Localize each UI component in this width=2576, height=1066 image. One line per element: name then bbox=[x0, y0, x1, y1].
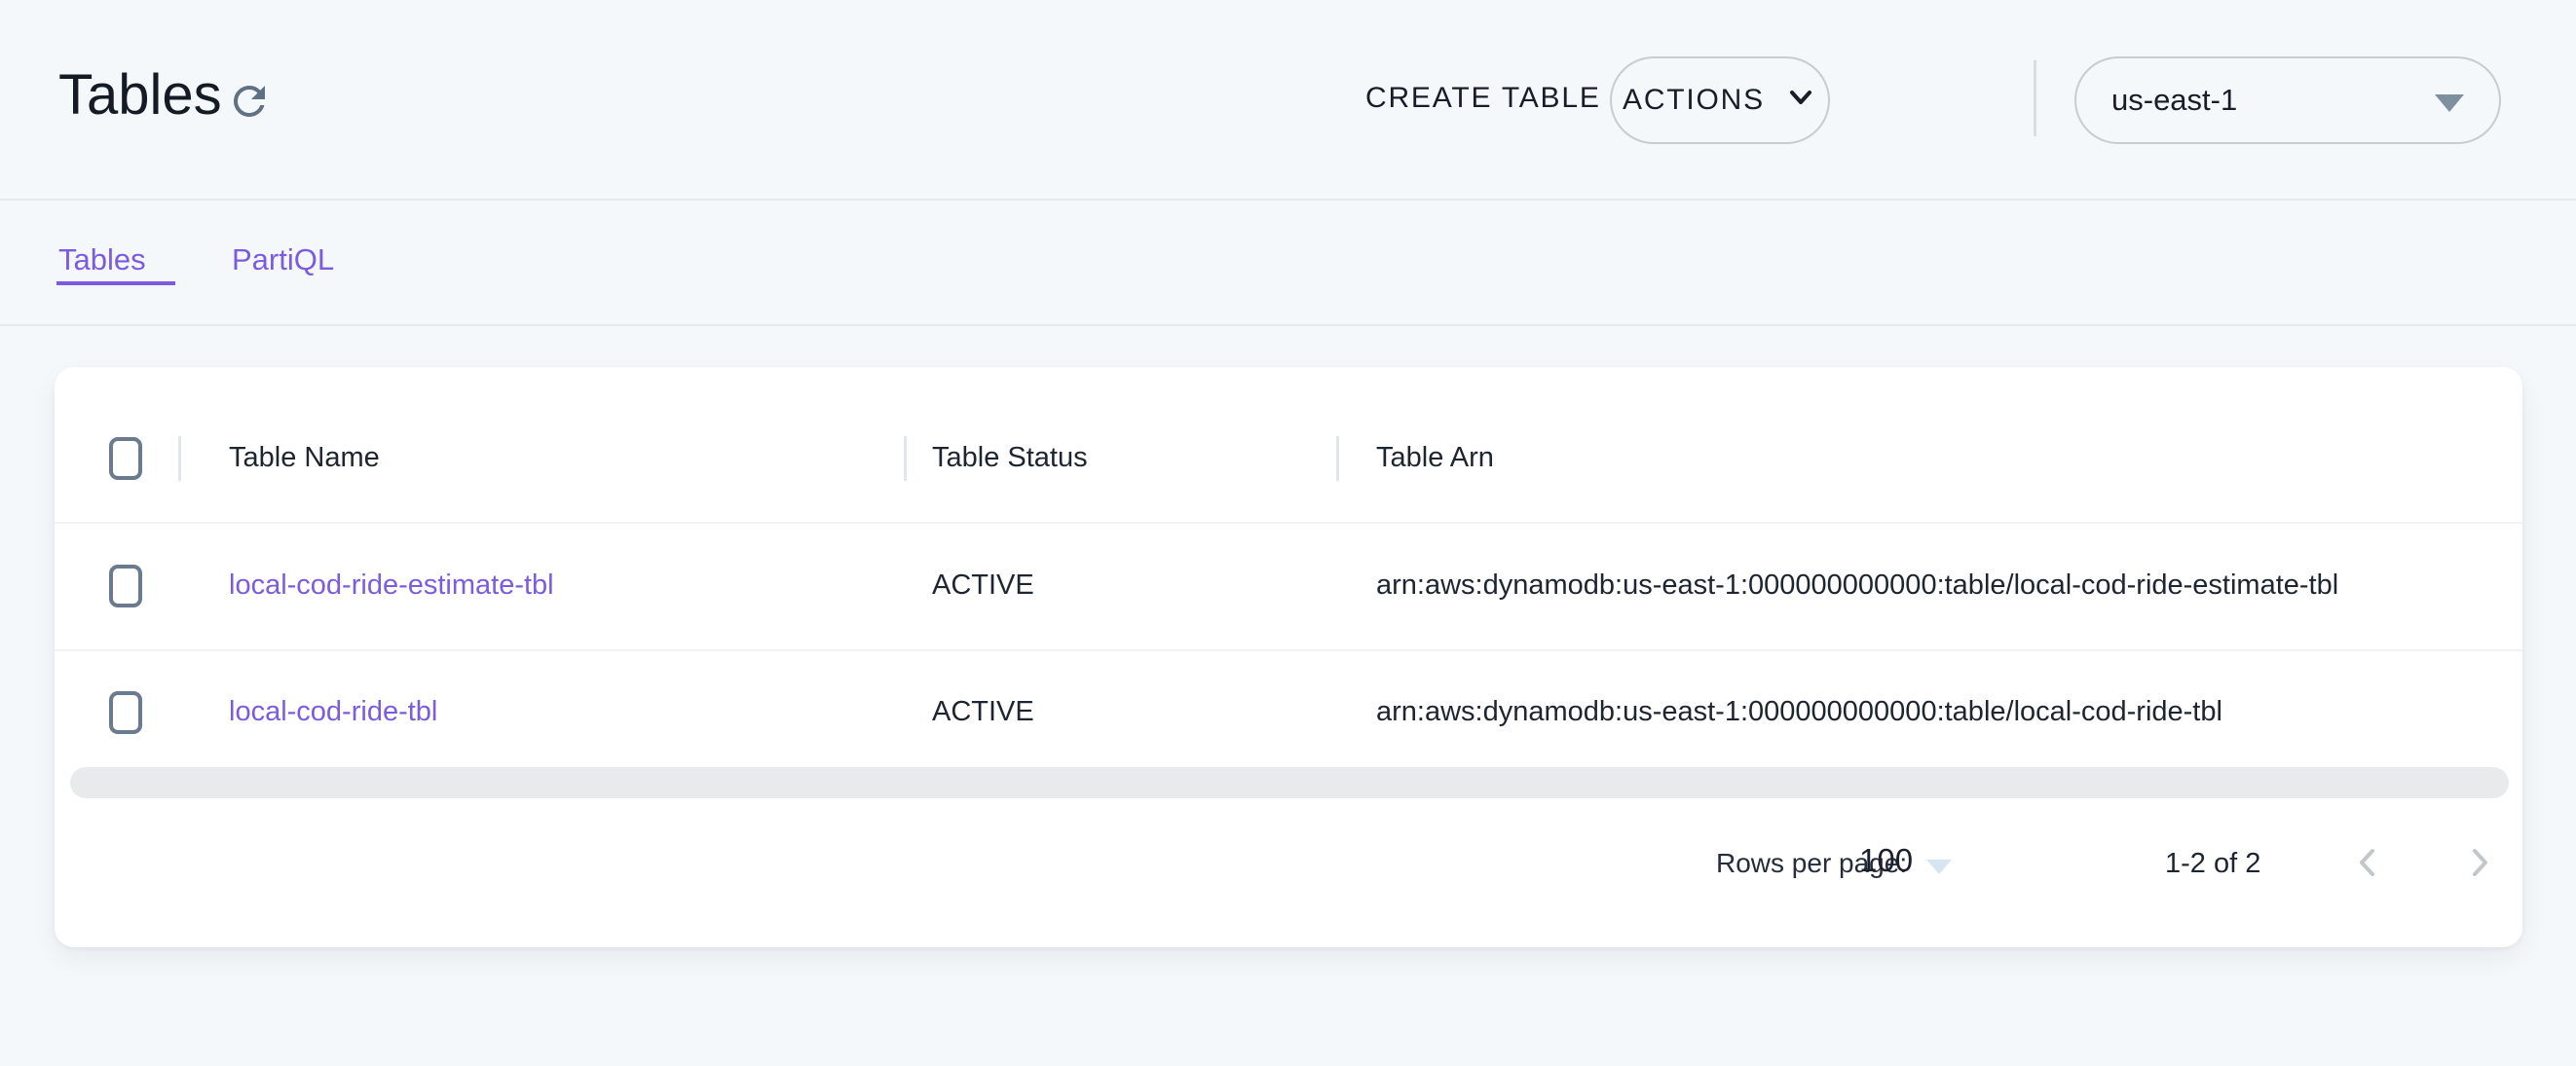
chevron-left-icon bbox=[2349, 869, 2388, 886]
table-status-value: ACTIVE bbox=[932, 695, 1034, 728]
chevron-right-icon bbox=[2459, 869, 2498, 886]
row-checkbox[interactable] bbox=[109, 691, 142, 734]
table-name-link[interactable]: local-cod-ride-estimate-tbl bbox=[229, 569, 554, 602]
refresh-icon bbox=[226, 112, 273, 129]
select-all-checkbox[interactable] bbox=[109, 437, 142, 480]
chevron-down-icon bbox=[1784, 84, 1817, 117]
header-divider bbox=[0, 199, 2576, 201]
actions-dropdown-button[interactable]: ACTIONS bbox=[1610, 56, 1830, 144]
previous-page-button[interactable] bbox=[2349, 843, 2388, 882]
tabs-divider bbox=[0, 324, 2576, 326]
table-name-link[interactable]: local-cod-ride-tbl bbox=[229, 695, 437, 728]
row-divider bbox=[55, 649, 2522, 651]
column-header-table-status: Table Status bbox=[932, 441, 1088, 474]
table-status-value: ACTIVE bbox=[932, 569, 1034, 602]
region-select[interactable]: us-east-1 bbox=[2074, 56, 2501, 144]
create-table-button[interactable]: CREATE TABLE bbox=[1365, 82, 1601, 115]
row-divider bbox=[55, 522, 2522, 524]
header-vertical-divider bbox=[2034, 60, 2036, 136]
column-divider bbox=[1336, 436, 1339, 481]
horizontal-scrollbar[interactable] bbox=[70, 767, 2509, 798]
column-divider bbox=[178, 436, 181, 481]
table-arn-value: arn:aws:dynamodb:us-east-1:000000000000:… bbox=[1376, 569, 2338, 602]
tables-list-card: Table Name Table Status Table Arn local-… bbox=[55, 367, 2522, 947]
tab-partiql[interactable]: PartiQL bbox=[232, 242, 334, 277]
dynamodb-tables-page: Tables CREATE TABLE ACTIONS us-east-1 Ta… bbox=[0, 0, 2576, 1066]
column-header-table-arn: Table Arn bbox=[1376, 441, 1494, 474]
tab-tables-active-underline bbox=[56, 281, 175, 285]
refresh-button[interactable] bbox=[226, 78, 273, 125]
pagination-range-label: 1-2 of 2 bbox=[2165, 847, 2260, 880]
column-divider bbox=[904, 436, 907, 481]
next-page-button[interactable] bbox=[2459, 843, 2498, 882]
column-header-table-name: Table Name bbox=[229, 441, 380, 474]
page-title: Tables bbox=[58, 62, 222, 128]
caret-down-icon bbox=[1926, 860, 1952, 874]
region-select-value: us-east-1 bbox=[2111, 83, 2237, 118]
caret-down-icon bbox=[2435, 94, 2464, 112]
row-checkbox[interactable] bbox=[109, 565, 142, 607]
table-arn-value: arn:aws:dynamodb:us-east-1:000000000000:… bbox=[1376, 695, 2222, 728]
actions-button-label: ACTIONS bbox=[1623, 84, 1765, 117]
rows-per-page-select[interactable]: 100 bbox=[1859, 842, 1913, 879]
tab-tables[interactable]: Tables bbox=[58, 242, 146, 277]
